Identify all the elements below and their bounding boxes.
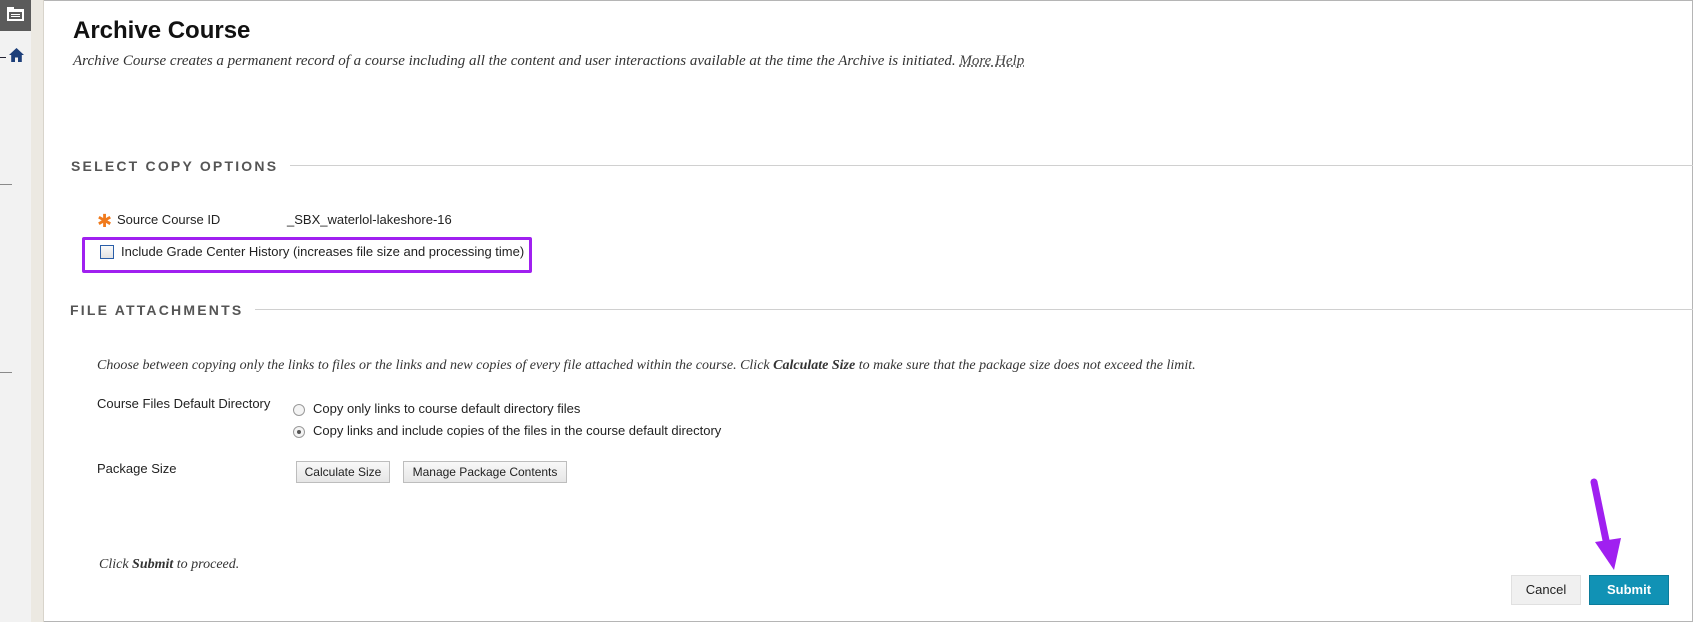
proceed-emphasis: Submit [132,557,174,572]
course-menu-toggle[interactable] [0,0,31,31]
page-title: Archive Course [73,17,251,44]
section-divider [245,309,1693,310]
submit-button[interactable]: Submit [1589,575,1669,605]
file-attachments-heading: FILE ATTACHMENTS [70,302,256,318]
copy-links-and-files-radio[interactable] [293,426,305,438]
manage-package-contents-button[interactable]: Manage Package Contents [403,461,567,483]
proceed-text: Click [99,557,133,572]
more-help-link[interactable]: More Help [959,53,1024,69]
home-icon[interactable] [9,48,24,62]
copy-links-only-radio[interactable] [293,404,305,416]
copy-links-only-label[interactable]: Copy only links to course default direct… [313,401,580,416]
select-copy-options-heading: SELECT COPY OPTIONS [71,158,291,174]
section-divider [270,165,1693,166]
rail-resize-handle[interactable] [31,0,44,622]
copy-links-and-files-label[interactable]: Copy links and include copies of the fil… [313,423,721,438]
include-grade-center-checkbox[interactable] [100,245,114,259]
page-description: Archive Course creates a permanent recor… [73,53,1024,70]
instructions-text: Choose between copying only the links to… [97,358,774,373]
proceed-text-end: to proceed. [173,557,240,572]
rail-divider [0,184,12,185]
left-rail [0,0,32,622]
default-directory-label: Course Files Default Directory [97,396,271,411]
instructions-emphasis: Calculate Size [773,358,856,373]
annotation-arrow-icon [1590,478,1621,570]
rail-marker [0,57,6,58]
source-course-id-label: Source Course ID [117,212,221,227]
source-course-id-value: _SBX_waterlol-lakeshore-16 [287,212,452,227]
file-attachments-instructions: Choose between copying only the links to… [97,358,1196,374]
proceed-instructions: Click Submit to proceed. [99,557,239,573]
calculate-size-button[interactable]: Calculate Size [296,461,390,483]
rail-divider [0,372,12,373]
package-size-label: Package Size [97,461,177,476]
cancel-button[interactable]: Cancel [1511,575,1581,605]
instructions-text-end: to make sure that the package size does … [855,358,1196,373]
required-icon: ✱ [97,211,113,231]
page-description-text: Archive Course creates a permanent recor… [73,53,956,69]
folder-icon [7,7,24,21]
include-grade-center-label[interactable]: Include Grade Center History (increases … [121,244,524,259]
